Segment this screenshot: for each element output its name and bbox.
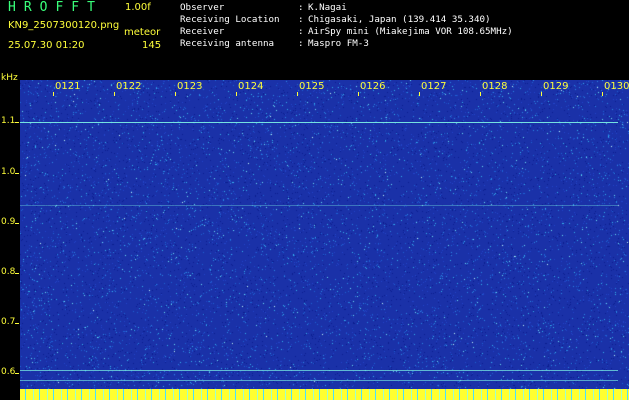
time-tick-label: 0125 [299,81,325,92]
time-tick-label: 0128 [482,81,508,92]
time-tick-label: 0127 [421,81,447,92]
time-tick-label: 0129 [543,81,569,92]
version-label: 1.00f [125,2,151,13]
frequency-tick [15,373,19,374]
time-tick-label: 0130 [604,81,629,92]
meteor-label: meteor [124,27,161,38]
frequency-unit-label: kHz [1,73,18,83]
info-label: Receiving Location [180,14,280,25]
frequency-tick [15,323,19,324]
frequency-tick [15,173,19,174]
time-tick [541,92,542,96]
reference-frequency-line [20,205,618,206]
time-tick-label: 0126 [360,81,386,92]
time-tick [419,92,420,96]
time-tick-label: 0123 [177,81,203,92]
time-tick [53,92,54,96]
time-tick [175,92,176,96]
frequency-tick-label: 0.9 [1,217,16,227]
time-tick [358,92,359,96]
spectrogram-canvas [20,80,629,389]
reference-frequency-line [20,122,618,123]
frequency-tick-label: 1.1 [1,116,16,126]
time-tick [236,92,237,96]
info-separator: : [298,2,304,13]
info-value: K.Nagai [308,2,347,13]
filename-label: KN9_2507300120.png [8,20,120,31]
frequency-tick [15,122,19,123]
frequency-tick [15,223,19,224]
time-tick [602,92,603,96]
info-separator: : [298,14,304,25]
info-row-antenna: Receiving antenna: Maspro FM-3 [180,38,513,50]
time-tick [480,92,481,96]
timestamp-label: 25.07.30 01:20 [8,40,85,51]
app-title: HROFFT [8,0,103,15]
info-separator: : [298,26,304,37]
frequency-tick-label: 0.8 [1,267,16,277]
meteor-count: 145 [142,40,162,51]
detection-strip [20,389,629,400]
time-tick-label: 0121 [55,81,81,92]
frequency-tick-label: 1.0 [1,167,16,177]
info-value: AirSpy mini (Miakejima VOR 108.65MHz) [308,26,513,37]
header-panel: HROFFT 1.00f KN9_2507300120.png meteor 2… [0,0,629,78]
reference-frequency-line [20,370,618,371]
info-label: Receiver [180,26,225,37]
station-info: Observer: K.Nagai Receiving Location: Chig… [180,2,513,50]
reference-frequency-line [20,380,618,381]
time-tick-label: 0122 [116,81,142,92]
frequency-tick-label: 0.6 [1,367,16,377]
info-value: Chigasaki, Japan (139.414 35.340) [308,14,491,25]
time-tick-label: 0124 [238,81,264,92]
info-value: Maspro FM-3 [308,38,369,49]
info-row-observer: Observer: K.Nagai [180,2,513,14]
time-tick [114,92,115,96]
info-separator: : [298,38,304,49]
frequency-tick [15,273,19,274]
info-label: Observer [180,2,225,13]
time-tick [297,92,298,96]
frequency-tick-label: 0.7 [1,317,16,327]
info-row-location: Receiving Location: Chigasaki, Japan (139… [180,14,513,26]
info-row-receiver: Receiver: AirSpy mini (Miakejima VOR 108.… [180,26,513,38]
spectrogram [20,80,629,389]
info-label: Receiving antenna [180,38,275,49]
